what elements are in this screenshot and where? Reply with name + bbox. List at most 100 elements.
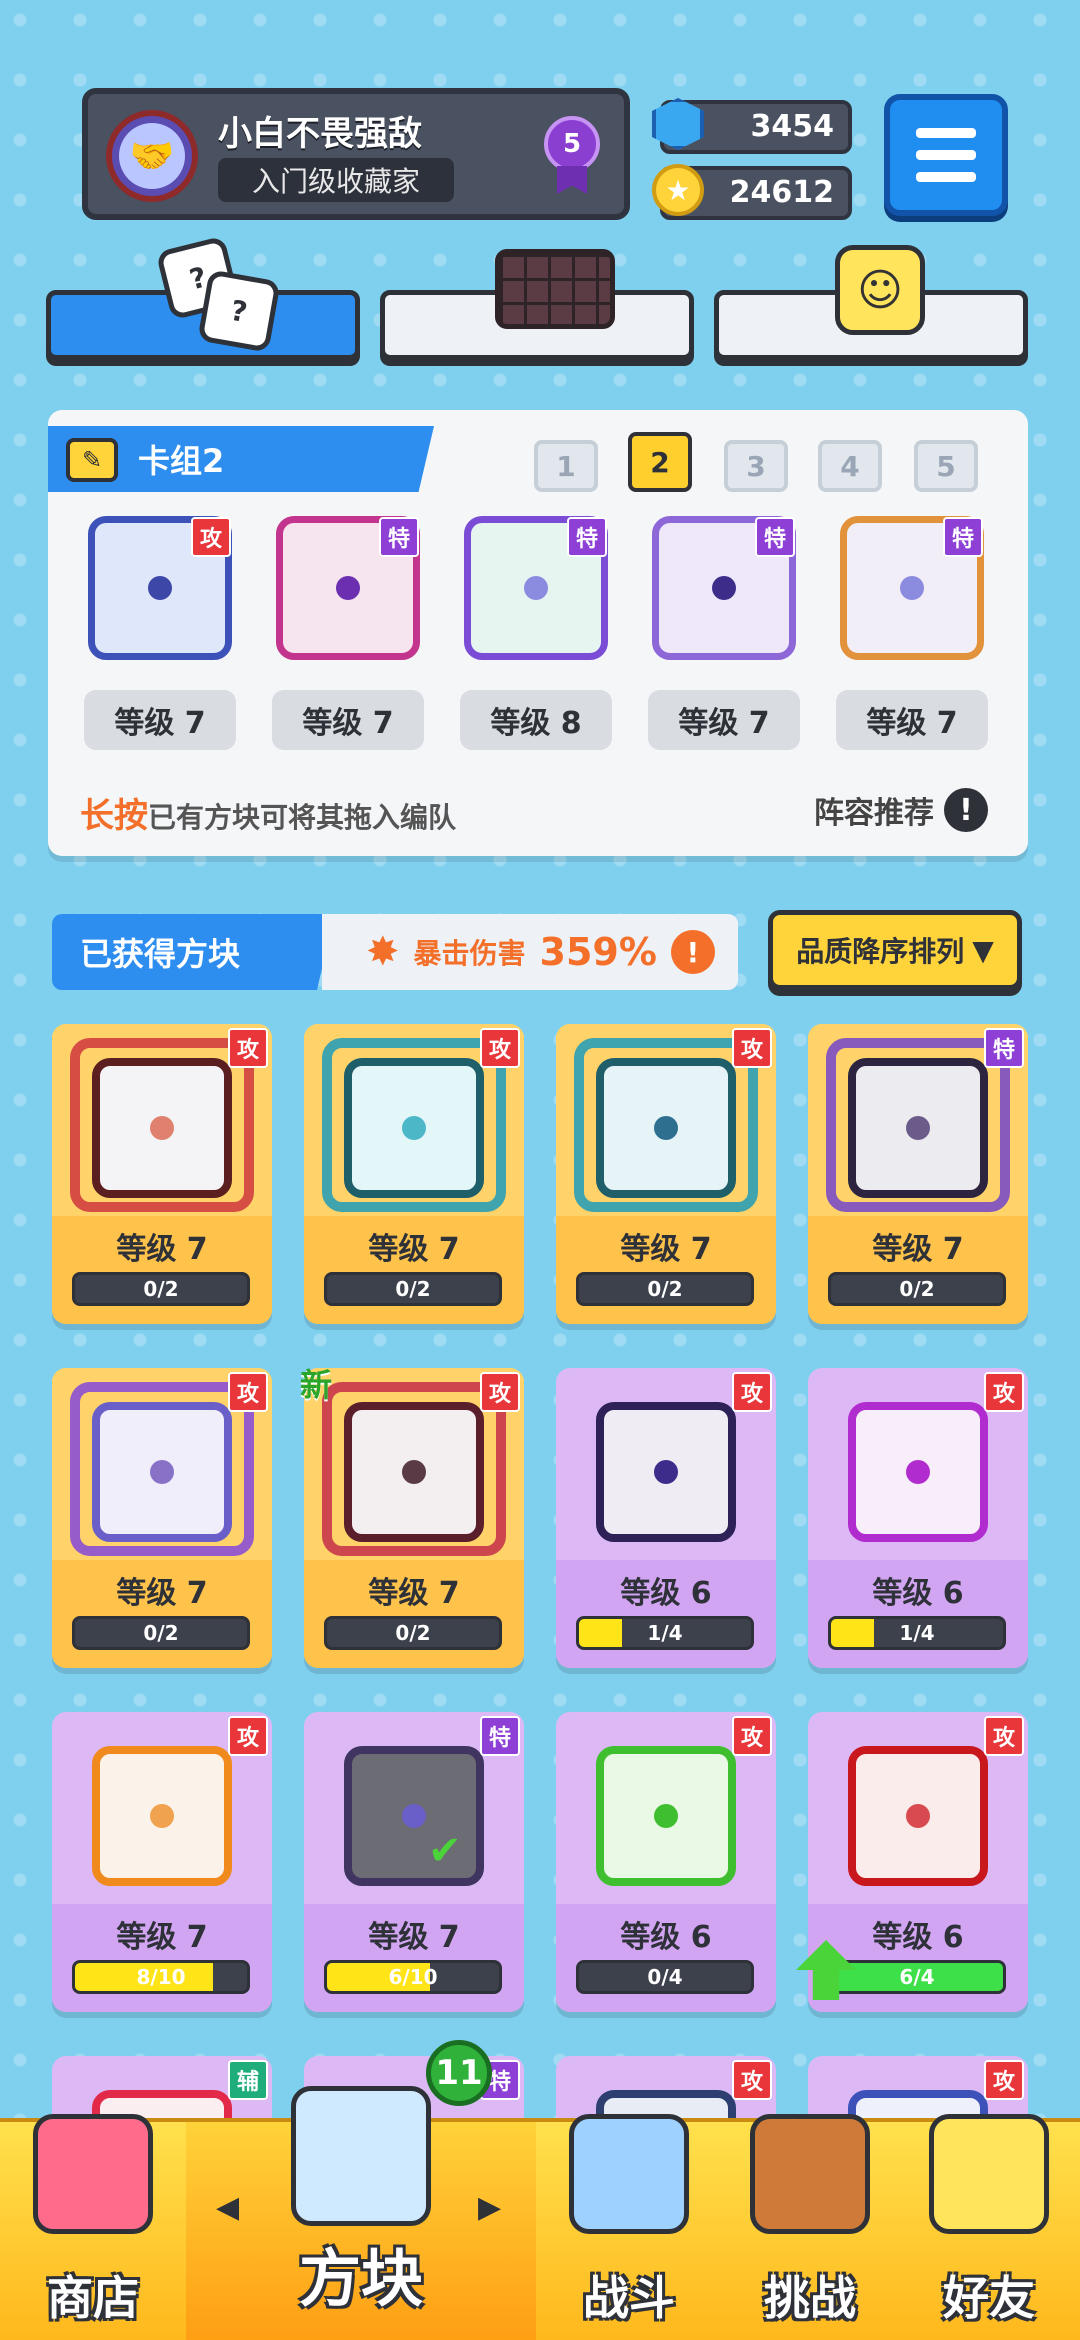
mystery-block-icon: [291, 2086, 431, 2226]
block-card[interactable]: 攻 等级 7 8/10: [52, 1712, 272, 2012]
type-tag: 攻: [228, 1716, 268, 1756]
nav-shop-label: 商店: [47, 2271, 139, 2325]
caret-down-icon: ▼: [972, 933, 994, 967]
lightning-block-icon: [712, 576, 736, 600]
rainbow-block-icon: [402, 1804, 426, 1828]
tab-skin[interactable]: ☺: [714, 245, 1028, 360]
block-card[interactable]: 特 等级 7 0/2: [808, 1024, 1028, 1324]
recommend-button[interactable]: 阵容推荐 !: [814, 788, 988, 832]
crit-damage-info[interactable]: ✸ 暴击伤害 359% !: [322, 914, 738, 990]
upgrade-progress-bar: 1/4: [828, 1616, 1006, 1650]
block-card[interactable]: 攻 等级 7 0/2: [52, 1024, 272, 1324]
block-tile: [596, 1058, 736, 1198]
type-tag: 攻: [732, 1372, 772, 1412]
upgrade-progress-bar: 0/2: [576, 1272, 754, 1306]
recommend-label: 阵容推荐: [814, 796, 934, 831]
menu-line-icon: [916, 128, 976, 138]
upgrade-progress-text: 8/10: [136, 1965, 186, 1989]
deck-card-level: 等级 8: [460, 690, 612, 750]
block-card[interactable]: 攻 等级 6 0/4: [556, 1712, 776, 2012]
upgrade-progress-text: 0/2: [899, 1277, 935, 1301]
info-icon[interactable]: !: [670, 930, 715, 974]
deck-card[interactable]: 特: [276, 516, 420, 660]
block-tile: [596, 1402, 736, 1542]
hint-highlight: 长按: [80, 796, 148, 836]
block-tile: [848, 1746, 988, 1886]
upgrade-progress-text: 0/2: [143, 1621, 179, 1645]
ribbon-icon: [557, 166, 587, 194]
block-tile: [92, 1058, 232, 1198]
deck-number-2[interactable]: 2: [628, 432, 692, 492]
upgrade-progress-bar: 6/10: [324, 1960, 502, 1994]
block-card[interactable]: 攻 等级 7 0/2: [556, 1024, 776, 1324]
menu-line-icon: [916, 172, 976, 182]
block-card[interactable]: 攻 等级 6 1/4: [808, 1368, 1028, 1668]
profile-panel[interactable]: 🤝 小白不畏强敌 入门级收藏家 5: [82, 88, 630, 220]
upgrade-progress-text: 0/4: [647, 1965, 683, 1989]
upgrade-progress-text: 6/4: [899, 1965, 935, 1989]
type-tag: 攻: [732, 1028, 772, 1068]
type-tag: 攻: [228, 1028, 268, 1068]
crit-value: 359%: [539, 930, 657, 974]
pencil-icon[interactable]: ✎: [66, 438, 118, 482]
nav-friends[interactable]: 好友: [898, 2114, 1080, 2340]
vortex-icon: [654, 1116, 678, 1140]
nav-blocks[interactable]: 方块: [186, 2086, 536, 2340]
block-tile: [92, 1746, 232, 1886]
deck-card[interactable]: 攻: [88, 516, 232, 660]
nav-battle-label: 战斗: [583, 2271, 675, 2325]
deck-title: 卡组2: [138, 442, 225, 480]
avatar[interactable]: 🤝: [106, 110, 198, 202]
deck-number-4[interactable]: 4: [818, 440, 882, 492]
deck-number-1[interactable]: 1: [534, 440, 598, 492]
deck-card-level: 等级 7: [84, 690, 236, 750]
checkmark-icon: ✔: [428, 1828, 462, 1874]
arrow-left-icon[interactable]: ◀: [216, 2190, 239, 2225]
type-tag: 辅: [228, 2060, 268, 2100]
deck-card-level: 等级 7: [272, 690, 424, 750]
upgrade-progress-text: 1/4: [899, 1621, 935, 1645]
rank-medal-icon: 5: [544, 116, 600, 196]
tower-sign-icon: [750, 2114, 870, 2234]
arrow-right-icon[interactable]: ▶: [478, 2190, 501, 2225]
nav-shop[interactable]: 商店: [0, 2114, 186, 2340]
block-card[interactable]: 特 等级 7 6/10: [304, 1712, 524, 2012]
block-card[interactable]: 攻 等级 7 0/2: [304, 1368, 524, 1668]
player-title: 入门级收藏家: [218, 158, 454, 202]
nav-challenge[interactable]: 挑战: [722, 2114, 898, 2340]
sort-dropdown[interactable]: 品质降序排列 ▼: [768, 910, 1022, 990]
block-level: 等级 7: [368, 1232, 460, 1267]
sort-label: 品质降序排列: [796, 935, 965, 968]
deck-card[interactable]: 特: [652, 516, 796, 660]
block-card[interactable]: 攻 等级 7 0/2: [304, 1024, 524, 1324]
upgrade-progress-text: 1/4: [647, 1621, 683, 1645]
upgrade-progress-text: 0/2: [647, 1277, 683, 1301]
deck-number-5[interactable]: 5: [914, 440, 978, 492]
deck-number-3[interactable]: 3: [724, 440, 788, 492]
block-card[interactable]: 攻 等级 7 0/2: [52, 1368, 272, 1668]
scythe-icon: [654, 1460, 678, 1484]
shop-stall-icon: [33, 2114, 153, 2234]
tab-dice[interactable]: ? ?: [46, 235, 360, 360]
friend-block-icon: [929, 2114, 1049, 2234]
burst-icon: ✸: [366, 929, 400, 975]
block-level: 等级 7: [116, 1232, 208, 1267]
deck-title-bar[interactable]: ✎ 卡组2: [48, 426, 434, 492]
upgrade-progress-bar: 0/2: [72, 1616, 250, 1650]
nav-friends-label: 好友: [943, 2271, 1035, 2325]
upgrade-progress-bar: 0/2: [72, 1272, 250, 1306]
deck-card[interactable]: 特: [464, 516, 608, 660]
block-tile: [344, 1402, 484, 1542]
type-tag: 攻: [228, 1372, 268, 1412]
block-card[interactable]: 攻 等级 6 1/4: [556, 1368, 776, 1668]
block-tile: [848, 1058, 988, 1198]
block-level: 等级 6: [620, 1576, 712, 1611]
tab-board[interactable]: [380, 249, 694, 360]
type-tag: 特: [480, 1716, 520, 1756]
deck-card[interactable]: 特: [840, 516, 984, 660]
menu-button[interactable]: [884, 94, 1008, 216]
deck-card-level: 等级 7: [836, 690, 988, 750]
nav-battle[interactable]: 战斗: [536, 2114, 722, 2340]
sparkle-icon: [906, 1460, 930, 1484]
gear-block-icon: [148, 576, 172, 600]
